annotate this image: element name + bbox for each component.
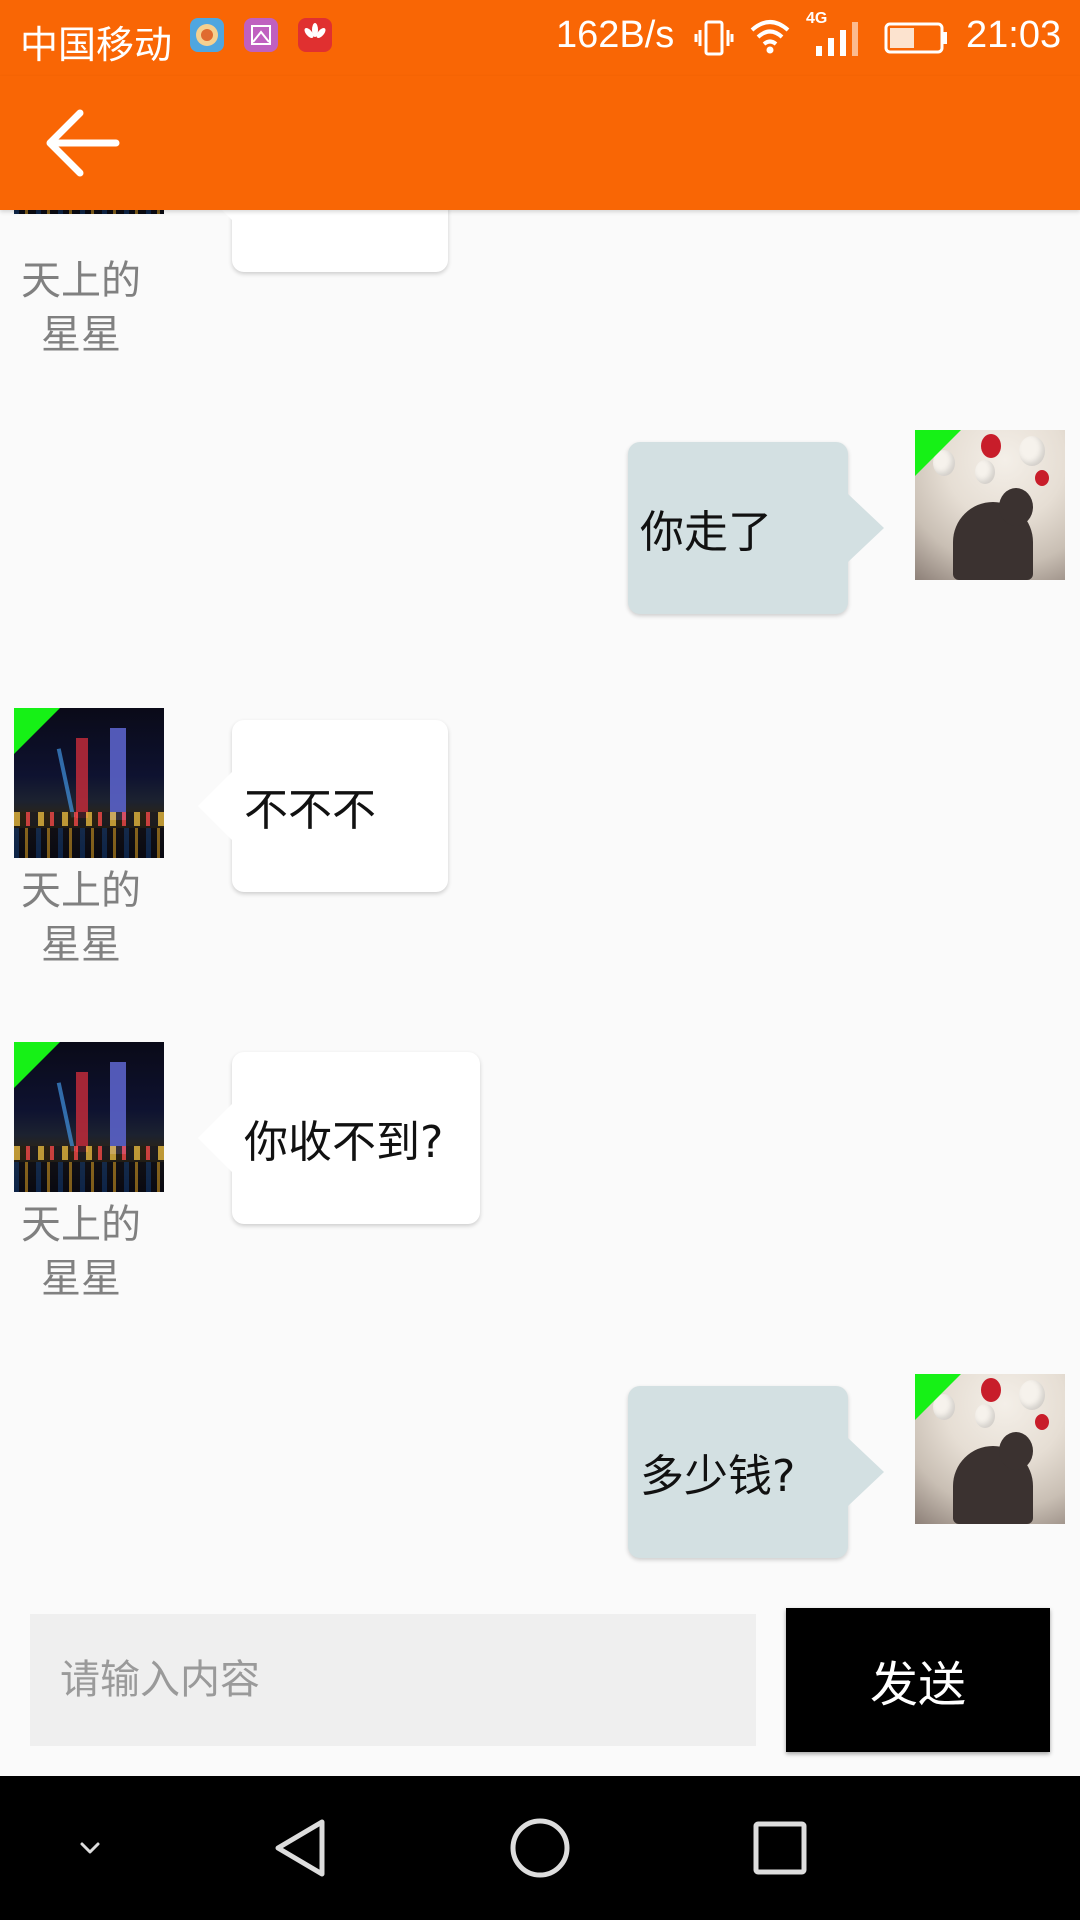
message-text: 你收不到?	[244, 1117, 444, 1168]
back-triangle-icon[interactable]	[260, 1808, 340, 1888]
app-bar	[0, 76, 1080, 210]
message-bubble-outgoing[interactable]: 多少钱?	[628, 1386, 884, 1558]
message-text: 你走了	[640, 507, 772, 558]
hide-keyboard-icon[interactable]	[50, 1808, 130, 1888]
chat-message-list[interactable]: 天上的 星星 你走了 天上的 星星 不不不 天上的 星星 你收不到? 多少钱?	[0, 210, 1080, 1610]
sender-nickname: 天上的 星星	[21, 1202, 141, 1302]
message-text: 不不不	[244, 785, 376, 836]
sender-nickname: 天上的 星星	[21, 868, 141, 968]
message-bubble-incoming[interactable]	[198, 210, 448, 272]
clock: 21:03	[966, 14, 1062, 56]
sender-nickname: 天上的 星星	[21, 258, 141, 358]
avatar[interactable]	[915, 430, 1065, 580]
message-text: 多少钱?	[640, 1451, 796, 1502]
gallery-icon	[244, 18, 278, 52]
composer-bar: 发送	[0, 1590, 1080, 1776]
send-button[interactable]: 发送	[786, 1608, 1050, 1752]
avatar[interactable]	[14, 1042, 164, 1192]
home-circle-icon[interactable]	[500, 1808, 580, 1888]
net-speed: 162B/s	[556, 14, 675, 56]
recents-square-icon[interactable]	[740, 1808, 820, 1888]
message-bubble-incoming[interactable]: 你收不到?	[198, 1052, 480, 1224]
status-bar: 中国移动 162B/s 4G 21:03	[0, 0, 1080, 76]
carrier-name: 中国移动	[20, 25, 173, 67]
avatar[interactable]	[14, 210, 164, 214]
vibrate-icon	[694, 18, 734, 63]
message-bubble-incoming[interactable]: 不不不	[198, 720, 448, 892]
cell-signal-icon	[812, 20, 868, 61]
avatar[interactable]	[14, 708, 164, 858]
huawei-icon	[298, 18, 332, 52]
battery-icon	[884, 20, 950, 61]
system-nav-bar	[0, 1776, 1080, 1920]
arrow-left-icon	[46, 109, 120, 177]
app-notify-icon	[190, 18, 224, 52]
message-bubble-outgoing[interactable]: 你走了	[628, 442, 884, 614]
avatar[interactable]	[915, 1374, 1065, 1524]
message-input[interactable]	[30, 1614, 756, 1746]
back-button[interactable]	[40, 98, 130, 188]
wifi-icon	[748, 16, 792, 61]
